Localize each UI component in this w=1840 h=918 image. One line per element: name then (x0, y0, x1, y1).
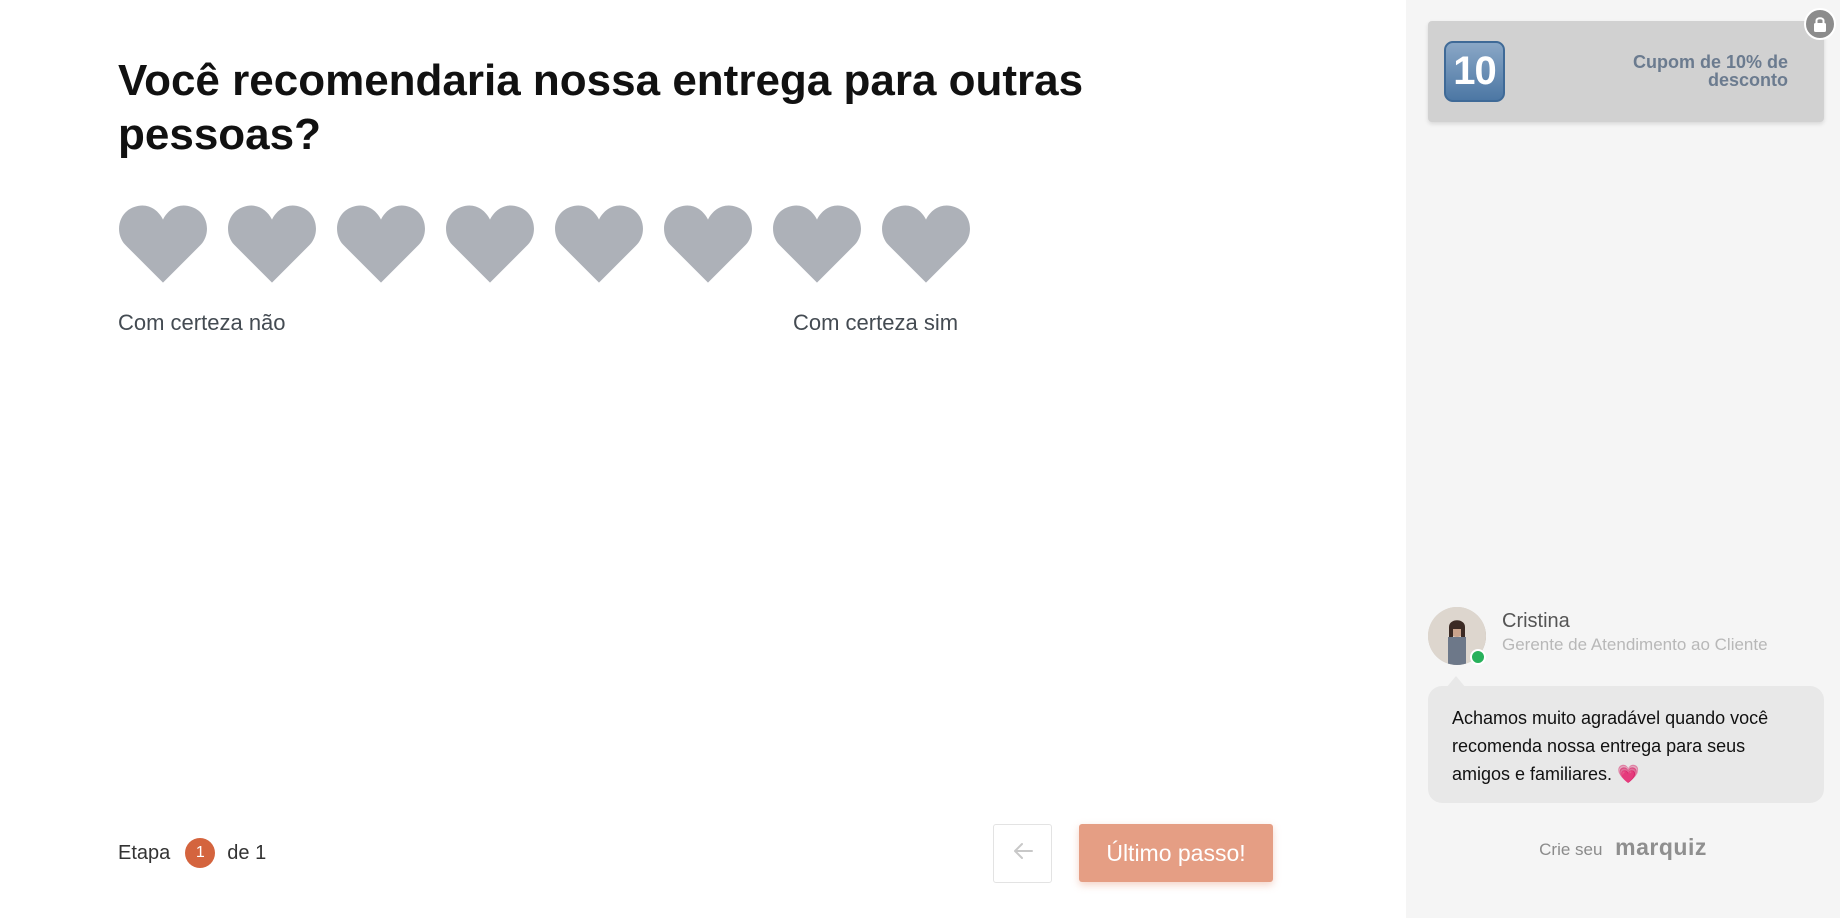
step-prefix: Etapa (118, 841, 171, 864)
heart-rating-8[interactable] (881, 201, 971, 285)
avatar (1428, 607, 1486, 665)
heart-rating-2[interactable] (227, 201, 317, 285)
brand-link[interactable]: Crie seu marquiz (1406, 834, 1840, 861)
agent-name: Cristina (1502, 610, 1570, 632)
brand-logo: marquiz (1615, 834, 1707, 860)
arrow-left-icon (1012, 842, 1034, 865)
heart-rating-6[interactable] (663, 201, 753, 285)
scale-label-high: Com certeza sim (793, 310, 959, 335)
brand-prefix: Crie seu (1539, 840, 1603, 859)
next-button[interactable]: Último passo! (1079, 824, 1273, 882)
step-suffix: de 1 (227, 841, 267, 864)
step-indicator: Etapa 1 de 1 (118, 838, 266, 868)
step-current-badge: 1 (185, 838, 216, 868)
question-line-2: pessoas? (118, 110, 321, 159)
sidebar: 10 Cupom de 10% de desconto Cristina Ger… (1406, 0, 1840, 918)
heart-rating-5[interactable] (554, 201, 644, 285)
scale-label-low: Com certeza não (118, 310, 286, 335)
back-button[interactable] (993, 824, 1052, 883)
agent-role: Gerente de Atendimento ao Cliente (1502, 635, 1768, 654)
lock-icon (1804, 8, 1836, 40)
coupon-text: Cupom de 10% de desconto (1632, 52, 1788, 90)
question-line-1: Você recomendaria nossa entrega para out… (118, 56, 1084, 105)
heart-rating (118, 201, 971, 285)
heart-rating-7[interactable] (772, 201, 862, 285)
heart-rating-3[interactable] (336, 201, 426, 285)
coupon-card: 10 Cupom de 10% de desconto (1428, 21, 1824, 122)
keycap-ten-icon: 10 (1444, 41, 1505, 102)
question-title: Você recomendaria nossa entrega para out… (118, 54, 1138, 162)
quiz-main: Você recomendaria nossa entrega para out… (0, 0, 1406, 918)
heart-rating-4[interactable] (445, 201, 535, 285)
chat-message: Achamos muito agradável quando você reco… (1428, 686, 1824, 803)
heart-rating-1[interactable] (118, 201, 208, 285)
online-status-dot (1470, 649, 1486, 665)
